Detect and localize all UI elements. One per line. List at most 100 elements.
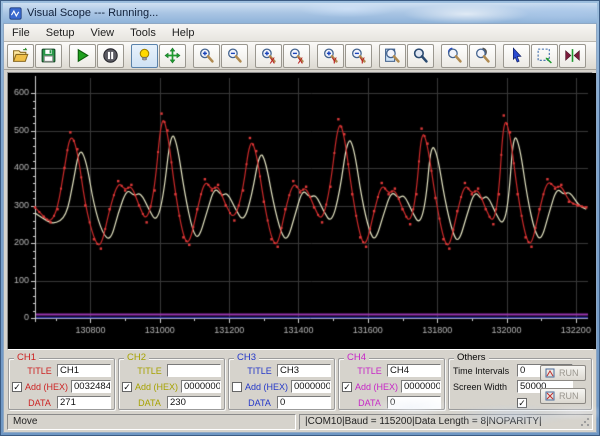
run-button-label: RUN [559, 368, 579, 378]
zoom-x-out-icon: X [290, 48, 304, 64]
ch2-data-value: 230 [167, 396, 221, 409]
others-group: Others Time Intervals 0 Screen Width 50000… [448, 353, 592, 410]
status-connection: |COM10|Baud = 115200|Data Length = 8|NOP… [299, 414, 593, 430]
pause-icon [103, 48, 118, 63]
menu-item-view[interactable]: View [82, 25, 122, 41]
toolbar-open-button[interactable] [7, 43, 34, 68]
zoom-undo-icon [447, 47, 462, 63]
channel-panels: CH1 TITLECH1 ✓Add (HEX)00324843 DATA271 … [4, 350, 596, 412]
zoom-y-out-icon: Y [352, 48, 366, 64]
ch3-data-value: 0 [277, 396, 331, 409]
menu-item-tools[interactable]: Tools [122, 25, 164, 41]
toolbar-zoom-redo-button[interactable] [469, 43, 496, 68]
app-window: Visual Scope --- Running... File Setup Vie… [0, 0, 600, 436]
svg-text:X: X [298, 56, 304, 64]
ch3-title-input[interactable]: CH3 [277, 364, 331, 377]
window-title: Visual Scope --- Running... [27, 7, 159, 19]
title-label: TITLE [247, 365, 272, 376]
toolbar-zoom-y-out-button[interactable]: Y [345, 43, 372, 68]
cursors-icon [565, 49, 580, 62]
toolbar-bulb-button[interactable] [131, 43, 158, 68]
ch4-add-input[interactable]: 00000000 [401, 380, 441, 393]
others-legend: Others [454, 353, 489, 363]
zoom-redo-icon [476, 47, 490, 63]
menu-item-setup[interactable]: Setup [38, 25, 83, 41]
run-icon [545, 391, 555, 401]
channel-legend: CH3 [234, 353, 260, 363]
screen-width-label: Screen Width [453, 381, 508, 392]
run-icon [77, 48, 89, 63]
toolbar-pause-button[interactable] [97, 43, 124, 68]
ch4-add-checkbox[interactable]: ✓ [342, 381, 352, 392]
channel-legend: CH4 [344, 353, 370, 363]
menu-item-file[interactable]: File [4, 25, 38, 41]
resize-grip[interactable] [579, 416, 591, 428]
scope-plot[interactable] [8, 73, 596, 349]
toolbar-select-button[interactable] [531, 43, 558, 68]
channel-legend: CH2 [124, 353, 150, 363]
zoom-window-icon [385, 48, 400, 63]
bulb-icon [139, 48, 150, 62]
scope-plot-frame [7, 72, 596, 350]
add-hex-label: Add (HEX) [25, 381, 69, 392]
title-label: TITLE [27, 365, 52, 376]
toolbar-move-button[interactable] [159, 43, 186, 68]
open-icon [12, 47, 29, 62]
ch1-title-input[interactable]: CH1 [57, 364, 111, 377]
zoom-reset-icon [413, 48, 428, 63]
ch2-add-checkbox[interactable]: ✓ [122, 381, 132, 392]
toolbar-zoom-in-button[interactable] [193, 43, 220, 68]
toolbar-run-button[interactable] [69, 43, 96, 68]
pointer-icon [512, 47, 522, 63]
zoom-out-icon [228, 48, 242, 63]
ch1-add-input[interactable]: 00324843 [71, 380, 111, 393]
status-message: Move [7, 414, 296, 430]
ch1-data-value: 271 [57, 396, 111, 409]
zoom-in-icon [200, 48, 214, 63]
toolbar-zoom-out-button[interactable] [221, 43, 248, 68]
others-checkbox[interactable]: ✓ [517, 397, 527, 408]
app-icon [9, 6, 22, 20]
title-bar[interactable]: Visual Scope --- Running... [3, 3, 597, 23]
menu-item-help[interactable]: Help [164, 25, 203, 41]
data-label: DATA [358, 397, 381, 408]
run-button-1[interactable]: RUN [540, 365, 586, 381]
run-icon [545, 368, 555, 378]
select-icon [537, 48, 552, 64]
ch3-add-checkbox[interactable] [232, 381, 242, 392]
save-icon [41, 48, 56, 63]
zoom-y-in-icon: Y [324, 48, 338, 64]
toolbar-cursors-button[interactable] [559, 43, 586, 68]
toolbar-zoom-undo-button[interactable] [441, 43, 468, 68]
svg-text:Y: Y [332, 56, 338, 64]
ch2-title-input[interactable] [167, 364, 221, 377]
title-label: TITLE [357, 365, 382, 376]
toolbar-zoom-reset-button[interactable] [407, 43, 434, 68]
menu-bar: File Setup View Tools Help [4, 24, 596, 42]
channel-group-ch1: CH1 TITLE CH1 ✓Add (HEX)00324843 DATA 271 [8, 353, 115, 410]
channel-group-ch3: CH3 TITLE CH3 Add (HEX)00000000 DATA 0 [228, 353, 335, 410]
ch4-title-input[interactable]: CH4 [387, 364, 441, 377]
ch1-add-checkbox[interactable]: ✓ [12, 381, 22, 392]
ch4-data-value: 0 [387, 396, 441, 409]
toolbar-zoom-x-out-button[interactable]: X [283, 43, 310, 68]
toolbar-zoom-x-in-button[interactable]: X [255, 43, 282, 68]
svg-text:X: X [270, 56, 276, 64]
data-label: DATA [138, 397, 161, 408]
toolbar-zoom-y-in-button[interactable]: Y [317, 43, 344, 68]
move-icon [164, 47, 181, 64]
time-intervals-label: Time Intervals [453, 365, 510, 376]
data-label: DATA [248, 397, 271, 408]
ch2-add-input[interactable]: 00000000 [181, 380, 221, 393]
toolbar-zoom-window-button[interactable] [379, 43, 406, 68]
toolbar-pointer-button[interactable] [503, 43, 530, 68]
channel-legend: CH1 [14, 353, 40, 363]
channel-group-ch4: CH4 TITLE CH4 ✓Add (HEX)00000000 DATA 0 [338, 353, 445, 410]
add-hex-label: Add (HEX) [245, 381, 289, 392]
channel-group-ch2: CH2 TITLE ✓Add (HEX)00000000 DATA 230 [118, 353, 225, 410]
data-label: DATA [28, 397, 51, 408]
ch3-add-input[interactable]: 00000000 [291, 380, 331, 393]
run-button-2[interactable]: RUN [540, 388, 586, 404]
toolbar-save-button[interactable] [35, 43, 62, 68]
svg-text:Y: Y [360, 56, 366, 64]
